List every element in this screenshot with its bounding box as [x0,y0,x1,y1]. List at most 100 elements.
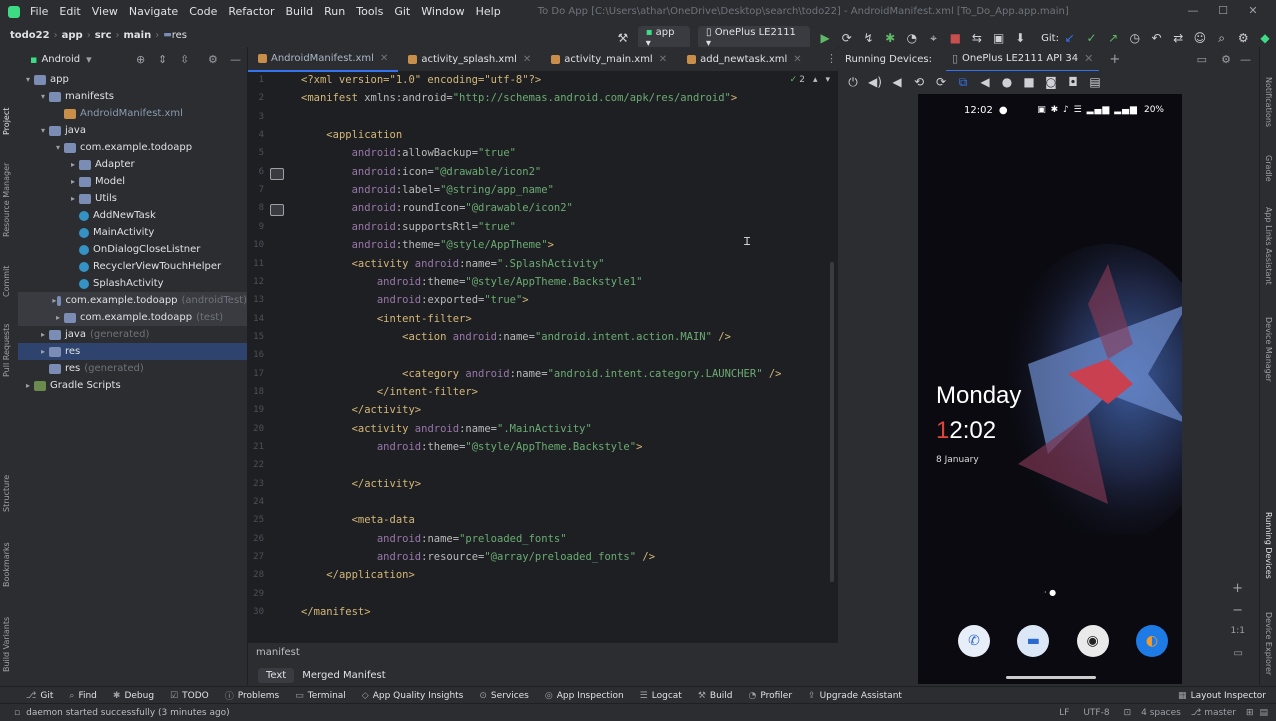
sync-icon[interactable]: ⇆ [969,31,985,45]
collapse-all-icon[interactable]: ⇕ [158,53,167,66]
code-line[interactable]: </manifest> [301,606,371,618]
tool-app-inspection[interactable]: ◎ App Inspection [545,691,624,701]
stripe-pull-requests[interactable]: Pull Requests [2,324,11,377]
chevron-down-icon[interactable]: ▾ [37,92,49,101]
home-icon[interactable]: ● [999,75,1015,89]
editor-tab[interactable]: activity_splash.xml ✕ [398,47,541,71]
code-line[interactable]: <meta-data [301,514,415,526]
tree-item[interactable]: ▸ Adapter [18,156,247,173]
volume-down-icon[interactable]: ◀ [889,75,905,89]
chevron-right-icon[interactable]: ▸ [37,347,49,356]
stripe-bookmarks[interactable]: Bookmarks [2,542,11,587]
history-icon[interactable]: ◷ [1127,31,1143,45]
stripe-device-manager[interactable]: Device Manager [1264,317,1273,382]
gear-icon[interactable]: ⚙ [1221,53,1231,66]
editor-tab[interactable]: AndroidManifest.xml ✕ [248,46,399,72]
code-line[interactable]: <manifest xmlns:android="http://schemas.… [301,92,737,104]
zoom-actual-icon[interactable]: 1:1 [1231,626,1245,636]
breadcrumb-item[interactable]: main [124,30,152,41]
device-tab[interactable]: ▯ OnePlus LE2111 API 34 ✕ [945,46,1100,72]
close-tab-icon[interactable]: ✕ [659,54,667,65]
more-tabs-icon[interactable]: ⋮ [826,52,837,65]
mirror-icon[interactable]: ⧉ [955,75,971,90]
tree-item[interactable]: RecyclerViewTouchHelper [18,258,247,275]
hide-panel-icon[interactable]: — [230,53,241,66]
menu-run[interactable]: Run [324,5,345,18]
apply-code-changes-icon[interactable]: ↯ [861,31,877,45]
tree-item[interactable]: ▸ res [18,343,247,360]
stripe-notifications[interactable]: Notifications [1264,77,1273,127]
menu-git[interactable]: Git [394,5,410,18]
code-line[interactable]: <category android:name="android.intent.c… [301,368,781,380]
tree-item[interactable]: ▸ Utils [18,190,247,207]
readonly-icon[interactable]: ⊡ [1124,708,1132,718]
tree-item[interactable]: SplashActivity [18,275,247,292]
tree-item[interactable]: ▸ com.example.todoapp (test) [18,309,247,326]
code-line[interactable]: android:theme="@style/AppTheme"> [301,239,554,251]
window-layout-icon[interactable]: ▭ [1197,53,1207,66]
more-icon[interactable]: ▤ [1087,75,1103,89]
git-push-icon[interactable]: ↗ [1105,31,1121,45]
tree-item[interactable]: MainActivity [18,224,247,241]
maximize-icon[interactable]: ☐ [1208,4,1238,17]
overview-icon[interactable]: ■ [1021,75,1037,89]
editor-scrollbar[interactable] [830,262,834,582]
tool-find[interactable]: ⌕ Find [69,691,97,701]
tool-terminal[interactable]: ▭ Terminal [295,691,346,701]
run-icon[interactable]: ▶ [817,31,833,45]
menu-file[interactable]: File [30,5,48,18]
screen-record-icon[interactable]: ◘ [1065,75,1081,89]
code-line[interactable]: </intent-filter> [301,386,478,398]
debug-icon[interactable]: ✱ [882,31,898,45]
search-icon[interactable]: ⌕ [1214,31,1230,46]
tree-item[interactable]: ▸ java (generated) [18,326,247,343]
tree-item[interactable]: OnDialogCloseListner [18,241,247,258]
chevron-right-icon[interactable]: ▸ [37,330,49,339]
menu-view[interactable]: View [92,5,118,18]
git-commit-icon[interactable]: ✓ [1084,31,1100,45]
git-branch[interactable]: master [1204,708,1236,718]
code-line[interactable]: android:theme="@style/AppTheme.Backstyle… [301,276,643,288]
code-line[interactable]: <activity android:name=".SplashActivity" [301,258,605,270]
phone-app-icon[interactable]: ✆ [958,625,990,657]
sdk-manager-icon[interactable]: ⬇ [1012,31,1028,45]
power-icon[interactable]: ⏻ [845,75,861,90]
tree-item[interactable]: ▸ com.example.todoapp (androidTest) [18,292,247,309]
code-line[interactable]: <action android:name="android.intent.act… [301,331,731,343]
tool-logcat[interactable]: ☰ Logcat [640,691,682,701]
git-update-icon[interactable]: ↙ [1062,31,1078,45]
editor-tab[interactable]: add_newtask.xml ✕ [677,47,812,71]
stripe-app-links-assistant[interactable]: App Links Assistant [1264,207,1273,285]
expand-all-icon[interactable]: ⇳ [180,53,189,66]
add-device-icon[interactable]: + [1109,52,1120,67]
memory-icon[interactable]: ▤ [1259,708,1268,718]
rotate-left-icon[interactable]: ⟲ [911,75,927,89]
attach-debugger-icon[interactable]: ⌖ [926,31,942,46]
next-highlight-icon[interactable]: ▾ [825,75,830,85]
tree-item[interactable]: AddNewTask [18,207,247,224]
code-line[interactable]: android:allowBackup="true" [301,147,516,159]
stripe-commit[interactable]: Commit [2,266,11,297]
account-icon[interactable]: ☺ [1192,31,1208,45]
tree-item[interactable]: ▾ manifests [18,88,247,105]
drawable-preview-icon[interactable] [270,167,284,180]
code-line[interactable]: </application> [301,569,415,581]
apply-changes-icon[interactable]: ⟳ [839,31,855,45]
code-with-me-icon[interactable]: ⇄ [1170,31,1186,45]
browser-app-icon[interactable]: ◐ [1135,625,1168,657]
messages-app-icon[interactable]: ▬ [1017,625,1050,657]
breadcrumb-item[interactable]: todo22 [10,30,50,41]
stripe-build-variants[interactable]: Build Variants [2,617,11,672]
tool-profiler[interactable]: ◔ Profiler [749,691,793,701]
breadcrumb-item[interactable]: res [172,30,187,41]
hammer-icon[interactable]: ⚒ [615,31,631,45]
menu-tools[interactable]: Tools [356,5,383,18]
phone-screen[interactable]: 12:02 ● ▣ ✱ ♪ ☰ ▂▄▆ ▂▄▆ 20% Monday 12:02… [918,94,1182,684]
editor-breadcrumb[interactable]: manifest [256,647,300,658]
status-message[interactable]: daemon started successfully (3 minutes a… [26,708,230,718]
stripe-gradle[interactable]: Gradle [1264,155,1273,182]
tab-merged-manifest[interactable]: Merged Manifest [294,668,393,683]
prev-highlight-icon[interactable]: ▴ [813,75,818,85]
file-encoding[interactable]: UTF-8 [1083,708,1109,718]
menu-navigate[interactable]: Navigate [129,5,178,18]
